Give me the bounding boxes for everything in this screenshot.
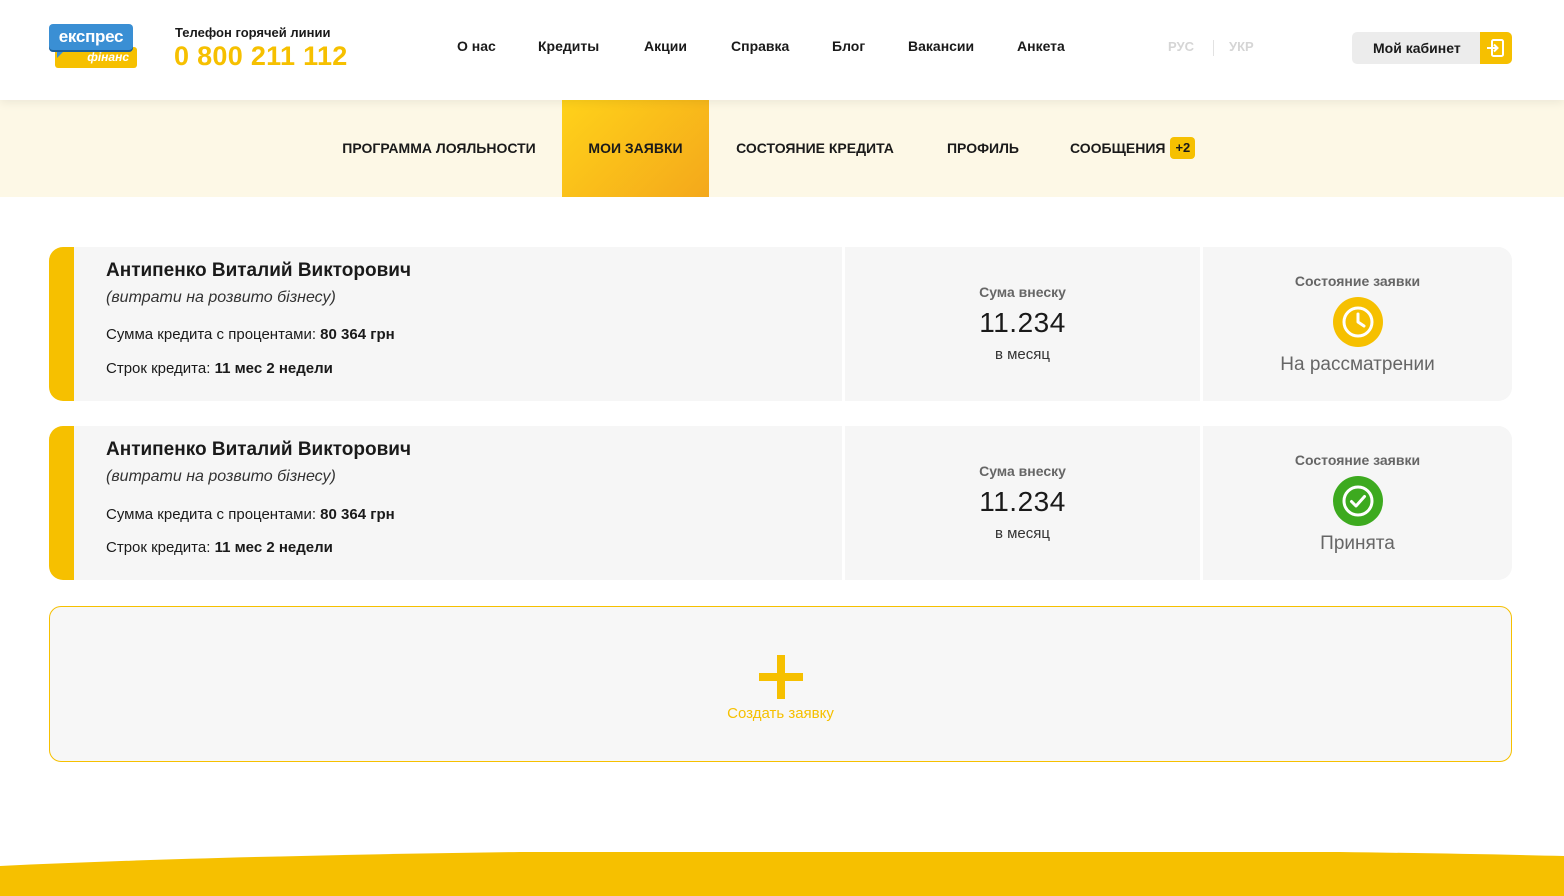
status-label: Состояние заявки [1294, 452, 1421, 468]
card-accent-stripe [49, 426, 74, 580]
applicant-name: Антипенко Виталий Викторович [106, 260, 412, 281]
hotline-number[interactable]: 0 800 211 112 [174, 41, 348, 72]
credit-sum-line: Сумма кредита с процентами: 80 364 грн [106, 326, 395, 343]
tab-loyalty[interactable]: ПРОГРАММА ЛОЯЛЬНОСТИ [340, 100, 538, 197]
credit-term-value: 11 мес 2 недели [214, 539, 333, 556]
tab-my-requests[interactable]: МОИ ЗАЯВКИ [562, 100, 709, 197]
lang-ukr[interactable]: УКР [1229, 39, 1254, 54]
nav-link-credits[interactable]: Кредиты [538, 38, 599, 54]
nav-link-promotions[interactable]: Акции [644, 38, 687, 54]
payment-label: Сума внеску [979, 284, 1066, 300]
credit-term-line: Строк кредита: 11 мес 2 недели [106, 360, 333, 377]
tab-credit-state[interactable]: СОСТОЯНИЕ КРЕДИТА [734, 100, 896, 197]
nav-link-blog[interactable]: Блог [832, 38, 865, 54]
payment-value: 11.234 [979, 486, 1066, 517]
nav-link-vacancies[interactable]: Вакансии [908, 38, 974, 54]
status-block: Состояние заявки Принята [1203, 426, 1512, 580]
nav-link-questionnaire[interactable]: Анкета [1017, 38, 1065, 54]
credit-purpose: (витрати на розвито бізнесу) [106, 289, 336, 306]
tab-messages[interactable]: СООБЩЕНИЯ +2 [1070, 100, 1202, 197]
lang-divider [1213, 40, 1214, 56]
lang-rus[interactable]: РУС [1168, 39, 1194, 54]
credit-sum-value: 80 364 грн [320, 326, 395, 343]
credit-term-label: Строк кредита: [106, 539, 211, 556]
logo-bottom-text: фінанс [55, 47, 137, 68]
payment-block: Сума внеску 11.234 в месяц [845, 247, 1200, 401]
payment-value: 11.234 [979, 307, 1066, 338]
nav-link-about[interactable]: О нас [457, 38, 496, 54]
logo-tail [57, 50, 65, 58]
create-application-label: Создать заявку [727, 705, 834, 722]
payment-unit: в месяц [994, 525, 1050, 542]
status-label: Состояние заявки [1294, 273, 1421, 289]
footer-wave [0, 852, 1564, 896]
my-cabinet-button[interactable]: Мой кабинет [1352, 32, 1512, 64]
status-text: Принята [1320, 533, 1395, 554]
tab-messages-label: СООБЩЕНИЯ [1070, 140, 1166, 156]
plus-icon [759, 655, 803, 699]
logo-top-text: експрес [49, 24, 133, 50]
cabinet-subnav: ПРОГРАММА ЛОЯЛЬНОСТИ МОИ ЗАЯВКИ СОСТОЯНИ… [0, 100, 1564, 197]
create-application-button[interactable]: Создать заявку [49, 606, 1512, 762]
credit-term-line: Строк кредита: 11 мес 2 недели [106, 539, 333, 556]
hotline-label: Телефон горячей линии [175, 25, 331, 40]
credit-sum-line: Сумма кредита с процентами: 80 364 грн [106, 506, 395, 523]
application-details: Антипенко Виталий Викторович (витрати на… [74, 247, 842, 401]
clock-icon [1332, 297, 1383, 347]
site-header: фінанс експрес Телефон горячей линии 0 8… [0, 0, 1564, 100]
logo[interactable]: фінанс експрес [49, 24, 139, 70]
payment-label: Сума внеску [979, 463, 1066, 479]
nav-link-help[interactable]: Справка [731, 38, 789, 54]
card-accent-stripe [49, 247, 74, 401]
payment-block: Сума внеску 11.234 в месяц [845, 426, 1200, 580]
application-details: Антипенко Виталий Викторович (витрати на… [74, 426, 842, 580]
application-card[interactable]: Антипенко Виталий Викторович (витрати на… [49, 247, 1512, 401]
tab-profile[interactable]: ПРОФИЛЬ [945, 100, 1021, 197]
messages-count-badge: +2 [1170, 137, 1196, 160]
status-text: На рассматрении [1280, 354, 1435, 375]
credit-term-value: 11 мес 2 недели [214, 360, 333, 377]
status-block: Состояние заявки На рассматрении [1203, 247, 1512, 401]
my-cabinet-label: Мой кабинет [1373, 40, 1461, 56]
credit-term-label: Строк кредита: [106, 360, 211, 377]
credit-purpose: (витрати на розвито бізнесу) [106, 468, 336, 485]
application-card[interactable]: Антипенко Виталий Викторович (витрати на… [49, 426, 1512, 580]
credit-sum-value: 80 364 грн [320, 506, 395, 523]
check-circle-icon [1332, 476, 1383, 526]
credit-sum-label: Сумма кредита с процентами: [106, 326, 316, 343]
credit-sum-label: Сумма кредита с процентами: [106, 506, 316, 523]
login-icon [1480, 32, 1512, 64]
payment-unit: в месяц [994, 346, 1050, 363]
applicant-name: Антипенко Виталий Викторович [106, 439, 412, 460]
